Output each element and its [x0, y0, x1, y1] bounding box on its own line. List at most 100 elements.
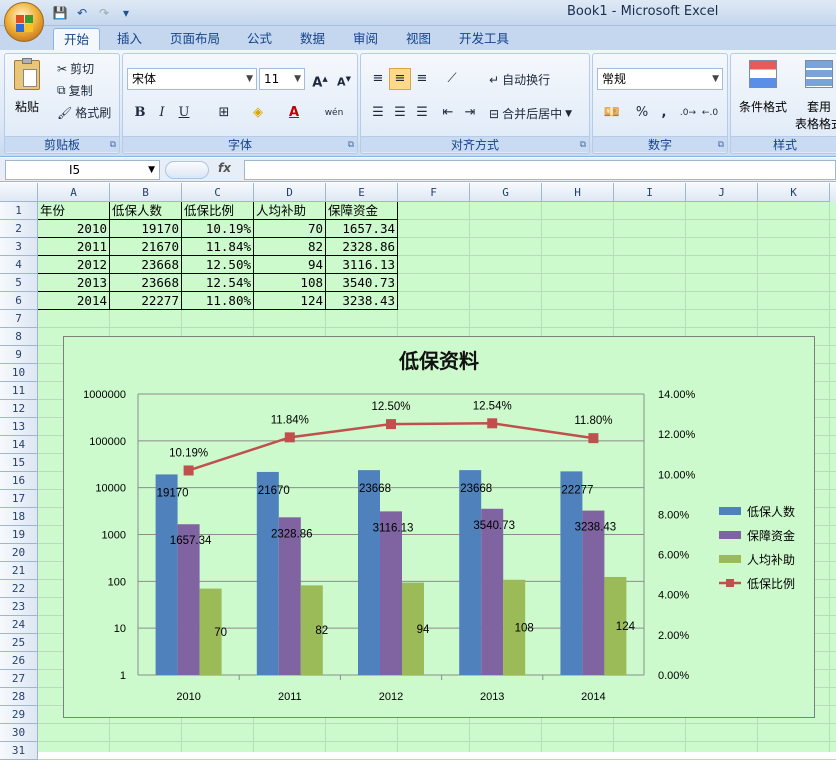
cell-e1[interactable]: 保障资金 [326, 202, 398, 220]
cell-b3[interactable]: 21670 [110, 238, 182, 256]
cell-a3[interactable]: 2011 [38, 238, 110, 256]
column-header-c[interactable]: C [182, 183, 254, 202]
fill-color-icon[interactable]: ◈ [247, 102, 269, 124]
column-header-d[interactable]: D [254, 183, 326, 202]
office-button[interactable] [4, 2, 44, 42]
tab-developer[interactable]: 开发工具 [449, 28, 519, 50]
cell-c1[interactable]: 低保比例 [182, 202, 254, 220]
row-header-1[interactable]: 1 [0, 202, 38, 220]
formula-input[interactable] [244, 160, 836, 180]
align-middle-icon[interactable]: ≡ [389, 68, 411, 90]
fx-icon[interactable]: fx [218, 161, 231, 175]
shrink-font-icon[interactable]: A▼ [333, 68, 355, 90]
currency-icon[interactable]: 💴 [597, 102, 627, 124]
tab-data[interactable]: 数据 [290, 28, 335, 50]
row-header-20[interactable]: 20 [0, 544, 38, 562]
row-header-6[interactable]: 6 [0, 292, 38, 310]
row-header-22[interactable]: 22 [0, 580, 38, 598]
cell-b4[interactable]: 23668 [110, 256, 182, 274]
percent-button[interactable]: % [631, 102, 653, 124]
formula-divider[interactable] [165, 161, 209, 179]
align-left-icon[interactable]: ☰ [367, 102, 389, 124]
row-header-30[interactable]: 30 [0, 724, 38, 742]
row-header-8[interactable]: 8 [0, 328, 38, 346]
align-bottom-icon[interactable]: ≡ [411, 68, 433, 90]
underline-button[interactable]: U [173, 102, 195, 124]
row-header-27[interactable]: 27 [0, 670, 38, 688]
row-header-11[interactable]: 11 [0, 382, 38, 400]
cell-e4[interactable]: 3116.13 [326, 256, 398, 274]
row-header-23[interactable]: 23 [0, 598, 38, 616]
row-header-28[interactable]: 28 [0, 688, 38, 706]
name-box[interactable]: I5 ▼ [5, 160, 160, 180]
tab-formulas[interactable]: 公式 [237, 28, 282, 50]
row-header-10[interactable]: 10 [0, 364, 38, 382]
row-header-3[interactable]: 3 [0, 238, 38, 256]
cell-d5[interactable]: 108 [254, 274, 326, 292]
row-header-15[interactable]: 15 [0, 454, 38, 472]
column-header-f[interactable]: F [398, 183, 470, 202]
cell-b1[interactable]: 低保人数 [110, 202, 182, 220]
cell-a1[interactable]: 年份 [38, 202, 110, 220]
column-header-e[interactable]: E [326, 183, 398, 202]
row-header-19[interactable]: 19 [0, 526, 38, 544]
orientation-icon[interactable]: ⟋ [441, 68, 463, 90]
font-color-icon[interactable]: A [283, 102, 305, 124]
cell-a4[interactable]: 2012 [38, 256, 110, 274]
cell-a6[interactable]: 2014 [38, 292, 110, 310]
tab-home[interactable]: 开始 [53, 28, 101, 50]
copy-button[interactable]: ⧉ 复制 [57, 82, 93, 99]
cell-e3[interactable]: 2328.86 [326, 238, 398, 256]
grow-font-icon[interactable]: A▲ [309, 68, 331, 90]
phonetic-button[interactable]: wén [319, 102, 349, 124]
row-header-7[interactable]: 7 [0, 310, 38, 328]
cell-e5[interactable]: 3540.73 [326, 274, 398, 292]
cell-b2[interactable]: 19170 [110, 220, 182, 238]
decrease-indent-icon[interactable]: ⇤ [437, 102, 459, 124]
row-header-29[interactable]: 29 [0, 706, 38, 724]
cell-a2[interactable]: 2010 [38, 220, 110, 238]
cell-d3[interactable]: 82 [254, 238, 326, 256]
tab-review[interactable]: 审阅 [343, 28, 388, 50]
decrease-decimal-icon[interactable]: ←.0 [699, 102, 721, 124]
increase-decimal-icon[interactable]: .0→ [677, 102, 699, 124]
cell-d1[interactable]: 人均补助 [254, 202, 326, 220]
column-header-a[interactable]: A [38, 183, 110, 202]
font-name-select[interactable]: 宋体 ▼ [127, 68, 257, 90]
dialog-launcher-icon[interactable]: ⧉ [580, 140, 586, 150]
row-header-21[interactable]: 21 [0, 562, 38, 580]
cell-c6[interactable]: 11.80% [182, 292, 254, 310]
cell-b5[interactable]: 23668 [110, 274, 182, 292]
conditional-format-button[interactable]: 条件格式 [735, 60, 791, 115]
dialog-launcher-icon[interactable]: ⧉ [718, 140, 724, 150]
merge-center-button[interactable]: ⊟ 合并后居中 ▼ [489, 105, 572, 122]
align-center-icon[interactable]: ☰ [389, 102, 411, 124]
cell-e2[interactable]: 1657.34 [326, 220, 398, 238]
wrap-text-button[interactable]: ↵ 自动换行 [489, 71, 550, 88]
cell-e6[interactable]: 3238.43 [326, 292, 398, 310]
row-header-26[interactable]: 26 [0, 652, 38, 670]
row-header-16[interactable]: 16 [0, 472, 38, 490]
font-size-select[interactable]: 11 ▼ [259, 68, 305, 90]
row-header-12[interactable]: 12 [0, 400, 38, 418]
save-icon[interactable]: 💾 [52, 5, 68, 21]
cut-button[interactable]: ✂ 剪切 [57, 60, 94, 77]
number-format-select[interactable]: 常规 ▼ [597, 68, 723, 90]
row-header-13[interactable]: 13 [0, 418, 38, 436]
chart[interactable]: 低保资料 1 10 100 1000 10000 100000 1000000 0.00% 2.… [63, 336, 815, 718]
row-header-4[interactable]: 4 [0, 256, 38, 274]
cell-d2[interactable]: 70 [254, 220, 326, 238]
cell-c3[interactable]: 11.84% [182, 238, 254, 256]
paste-button[interactable]: 粘贴 [11, 58, 43, 115]
row-header-9[interactable]: 9 [0, 346, 38, 364]
italic-button[interactable]: I [151, 102, 173, 124]
format-as-table-button[interactable]: 套用 表格格式 [791, 60, 836, 132]
cell-c5[interactable]: 12.54% [182, 274, 254, 292]
dialog-launcher-icon[interactable]: ⧉ [348, 140, 354, 150]
column-header-k[interactable]: K [758, 183, 830, 202]
increase-indent-icon[interactable]: ⇥ [459, 102, 481, 124]
cell-c4[interactable]: 12.50% [182, 256, 254, 274]
column-header-i[interactable]: I [614, 183, 686, 202]
tab-page-layout[interactable]: 页面布局 [160, 28, 230, 50]
format-painter-button[interactable]: 🖌 格式刷 [57, 104, 111, 121]
